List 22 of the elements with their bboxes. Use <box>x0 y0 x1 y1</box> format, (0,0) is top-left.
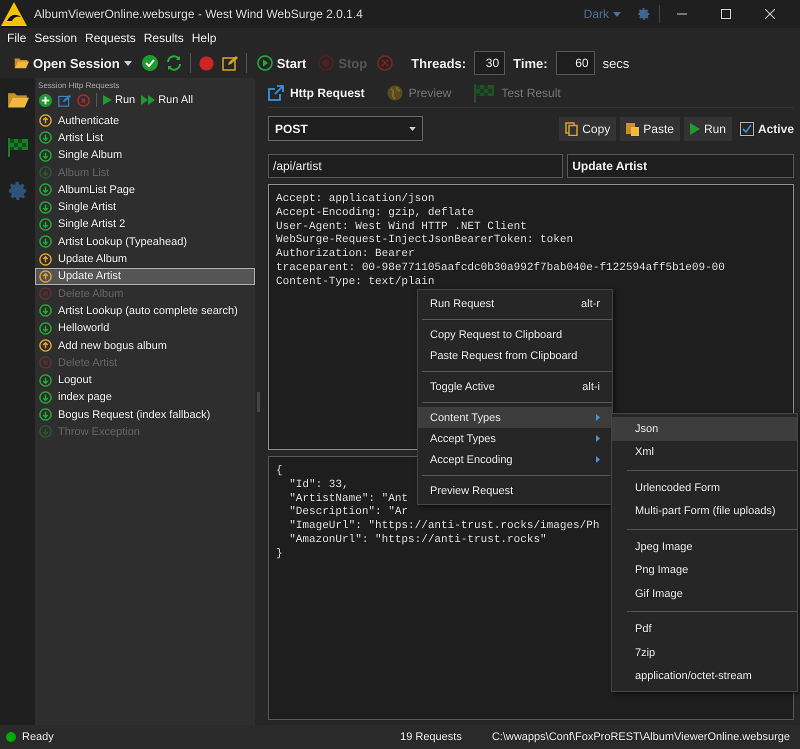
header-line: Accept-Encoding: gzip, deflate <box>276 206 474 221</box>
threads-label: Threads: <box>411 56 466 70</box>
code-line: "Id": 33, <box>288 478 349 493</box>
request-count: 19 Requests <box>400 731 462 743</box>
header-line: Accept: application/json <box>276 193 434 207</box>
code-line: "AmazonUrl": "https://anti-trust.rocks" <box>288 534 547 548</box>
code-line: "ArtistName": "Ant <box>288 492 408 506</box>
panel-title: Session Http Requests <box>37 81 120 90</box>
header-line: User-Agent: West Wind HTTP .NET Client <box>276 220 527 234</box>
header-line: Content-Type: text/plain <box>276 276 434 290</box>
code-line: } <box>276 548 283 562</box>
time-unit: secs <box>602 56 630 70</box>
file-path: C:\wwapps\Conf\FoxProREST\AlbumViewerOnline.websurge <box>492 731 790 743</box>
header-line: Authorization: Bearer <box>276 248 415 262</box>
time-label: Time: <box>513 56 548 70</box>
code-line: { <box>276 464 283 479</box>
status-text: Ready <box>22 731 55 743</box>
window-title: AlbumViewerOnline.websurge - West Wind WebSurge 2.0.1.4 <box>34 7 364 21</box>
header-line: traceparent: 00-98e771105aafcdc0b30a992f7bab040e-f122594aff5b1e09-00 <box>276 262 725 276</box>
header-line: WebSurge-Request-InjectJsonBearerToken: token <box>276 234 574 248</box>
code-line: "Description": "Ar <box>288 506 408 520</box>
code-line: "ImageUrl": "https://anti-trust.rocks/images/Ph <box>288 520 600 534</box>
